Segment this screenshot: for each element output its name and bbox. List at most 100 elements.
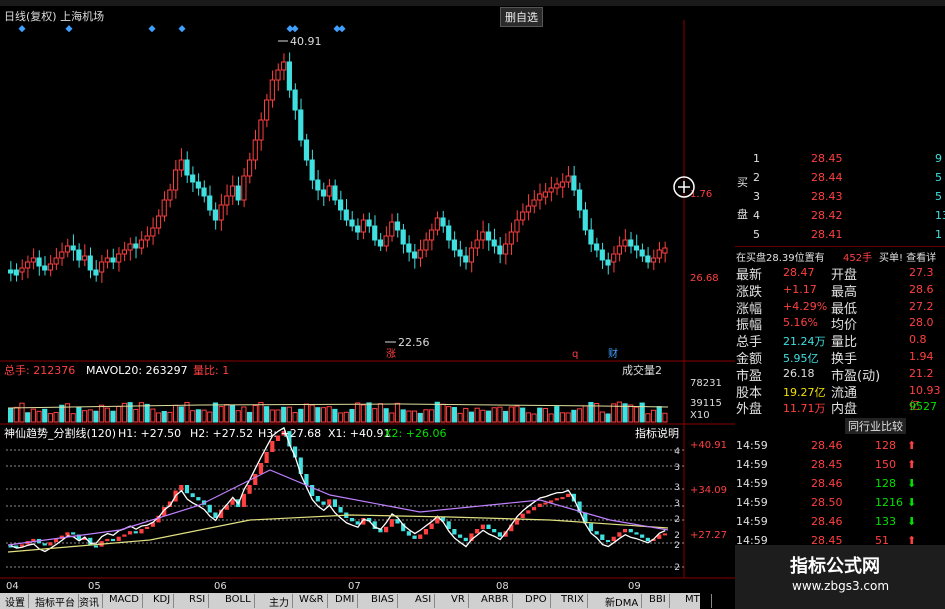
volume-bar bbox=[99, 404, 105, 423]
volume-bar bbox=[229, 405, 236, 423]
volume-bar bbox=[104, 407, 110, 423]
indicator-tab[interactable]: 设置 bbox=[2, 594, 29, 609]
indicator-tab[interactable]: RSI bbox=[186, 594, 210, 608]
candle bbox=[64, 245, 71, 253]
candle bbox=[241, 175, 247, 201]
volume-bar bbox=[59, 404, 65, 423]
indicator-tab[interactable]: ASI bbox=[412, 594, 436, 608]
indicator-tab[interactable]: DMI bbox=[332, 594, 359, 608]
indicator-tab[interactable]: BBI bbox=[646, 594, 670, 608]
indicator-candle bbox=[389, 519, 394, 527]
volume-bar bbox=[497, 406, 503, 423]
candle bbox=[320, 189, 327, 197]
stat-value: 5.16% bbox=[783, 316, 818, 330]
candle bbox=[121, 249, 127, 255]
volume-bar bbox=[650, 409, 657, 423]
tick-time: 14:59 bbox=[736, 439, 768, 452]
candle bbox=[110, 257, 116, 263]
indicator-tab[interactable]: ARBR bbox=[478, 594, 513, 608]
candle bbox=[246, 159, 253, 177]
stat-value: 9527 bbox=[909, 400, 937, 414]
candle bbox=[434, 217, 440, 231]
candle bbox=[605, 259, 611, 266]
bid-alert-action[interactable]: 买单! 查看详 bbox=[879, 249, 936, 264]
stat-value: 5.95亿 bbox=[783, 352, 819, 365]
level-tick: 3 bbox=[674, 483, 680, 493]
candle bbox=[87, 255, 93, 271]
volume-bar bbox=[212, 402, 219, 423]
volume-bar bbox=[292, 412, 298, 423]
candle bbox=[116, 253, 122, 263]
indicator-candle bbox=[327, 499, 332, 505]
indicator-candle bbox=[258, 463, 264, 474]
kline-chart[interactable]: 40.9122.561.7626.68涨 q 财总手: 212376 MAVOL20:… bbox=[0, 0, 735, 593]
indicator-tab[interactable]: TRIX bbox=[558, 594, 588, 608]
volume-bar bbox=[343, 411, 349, 423]
industry-compare-row[interactable]: 同行业比较 bbox=[735, 416, 945, 434]
volume-bar bbox=[25, 412, 31, 423]
order-book-row[interactable]: 5 28.41 1 bbox=[735, 226, 945, 243]
indicator-candle bbox=[184, 485, 190, 494]
order-book-row[interactable]: 3 28.43 5 bbox=[735, 188, 945, 205]
signal-diamond-icon bbox=[178, 25, 186, 33]
volume-bar bbox=[503, 410, 509, 423]
indicator-tab[interactable]: KDJ bbox=[150, 594, 175, 608]
indicator-candle bbox=[338, 507, 343, 513]
volume-bar bbox=[639, 402, 645, 423]
industry-compare-button[interactable]: 同行业比较 bbox=[845, 418, 906, 434]
volume-bar bbox=[303, 403, 310, 423]
indicator-tab[interactable]: BIAS bbox=[368, 594, 398, 608]
candle bbox=[639, 249, 645, 257]
price-axis-tick: 26.68 bbox=[690, 273, 719, 284]
indicator-tab[interactable]: MACD bbox=[106, 594, 143, 608]
indicator-candle bbox=[253, 474, 258, 485]
indicator-tab[interactable]: W&R bbox=[296, 594, 328, 608]
indicator-tab[interactable]: BOLL bbox=[222, 594, 255, 608]
candle bbox=[201, 187, 207, 197]
indicator-tab[interactable]: 指标平台 bbox=[32, 594, 79, 609]
level-tick: 3 bbox=[674, 463, 680, 473]
volume-bar bbox=[315, 407, 321, 423]
stat-value: 27.2 bbox=[909, 299, 934, 313]
volume-bar bbox=[218, 406, 224, 423]
indicator-tab[interactable]: 新DMA bbox=[602, 594, 643, 609]
indicator-candle bbox=[622, 529, 628, 533]
indicator-candle bbox=[384, 526, 389, 533]
indicator-tab[interactable]: MTM bbox=[682, 594, 713, 608]
low-price-label: 22.56 bbox=[398, 336, 430, 349]
order-book-row[interactable]: 4 28.42 13 bbox=[735, 207, 945, 224]
indicator-candle bbox=[48, 542, 53, 546]
volume-bar bbox=[480, 409, 486, 423]
tick-time: 14:59 bbox=[736, 477, 768, 490]
indicator-candle bbox=[537, 503, 542, 507]
candle bbox=[127, 243, 133, 251]
mavol-label: MAVOL20: 263297 bbox=[86, 364, 188, 377]
candle bbox=[366, 219, 372, 227]
indicator-candle bbox=[423, 529, 429, 535]
candle bbox=[303, 139, 310, 161]
volume-bar bbox=[320, 407, 327, 423]
candle bbox=[571, 175, 577, 191]
volume-bar bbox=[13, 406, 19, 423]
candle bbox=[394, 221, 401, 231]
volume-bar bbox=[468, 411, 475, 423]
time-axis-label: 09 bbox=[628, 581, 641, 592]
indicator-tab[interactable]: VR bbox=[448, 594, 469, 608]
volume-bar bbox=[167, 411, 173, 423]
volume-bar bbox=[207, 411, 213, 423]
candle bbox=[19, 267, 25, 273]
level-tick: 4 bbox=[674, 447, 680, 457]
book-price: 28.41 bbox=[811, 228, 843, 241]
indicator-tab[interactable]: 资讯 bbox=[76, 594, 103, 609]
candle bbox=[150, 227, 156, 237]
volume-bar bbox=[394, 402, 401, 423]
order-book-row[interactable]: 1 28.45 9 bbox=[735, 150, 945, 167]
order-book-row[interactable]: 2 28.44 5 bbox=[735, 169, 945, 186]
volume-bar bbox=[599, 411, 605, 423]
volume-bar bbox=[582, 405, 588, 423]
indicator-tab[interactable]: DPO bbox=[522, 594, 551, 608]
indicator-candle bbox=[105, 538, 110, 542]
stat-row: 最新 28.47 开盘 27.3 bbox=[735, 264, 945, 283]
indicator-tab[interactable]: 主力 bbox=[266, 594, 293, 609]
bid-alert-line[interactable]: 在买盘28.39位置有 452手 买单! 查看详 bbox=[735, 246, 945, 264]
